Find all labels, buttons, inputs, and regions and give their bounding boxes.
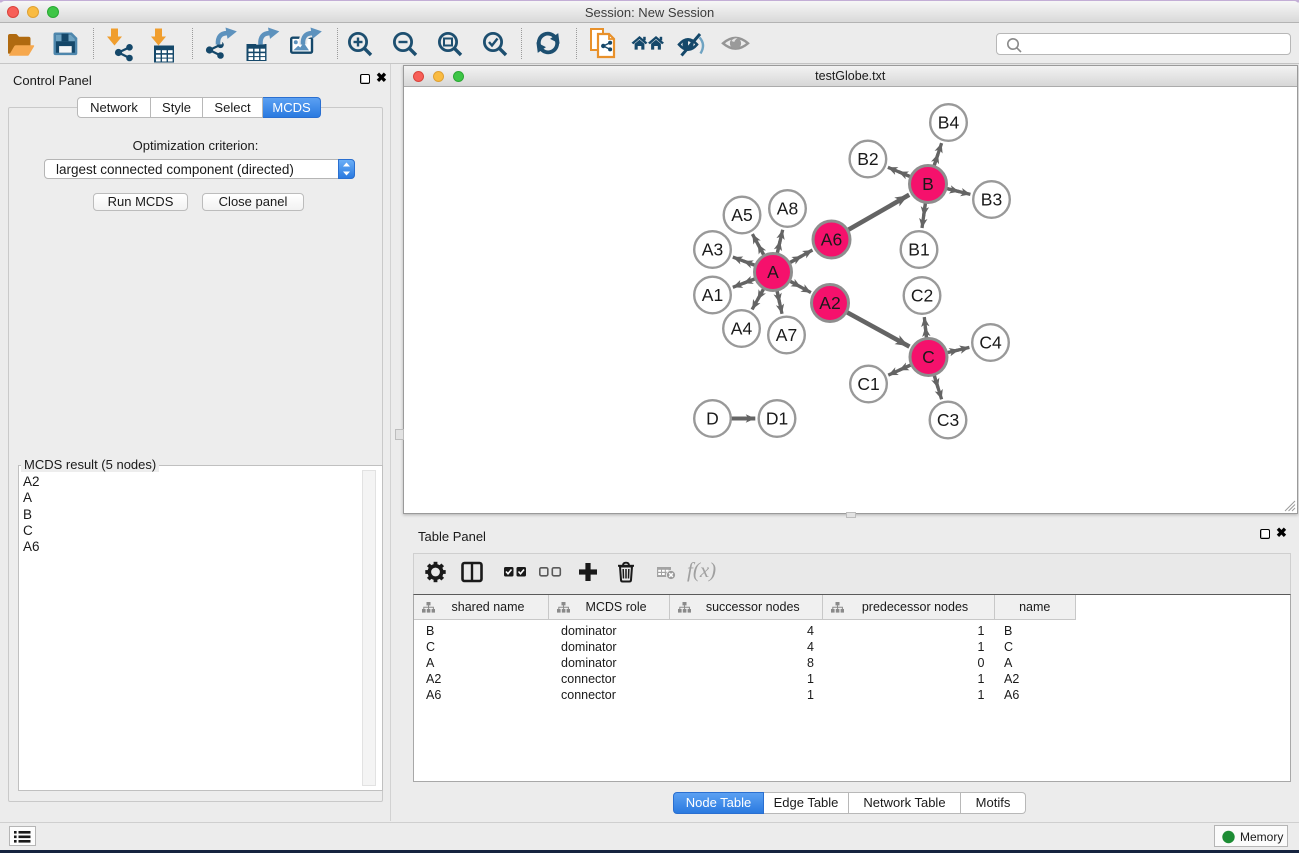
- svg-text:A: A: [767, 262, 779, 282]
- svg-text:A5: A5: [731, 205, 752, 225]
- svg-text:D1: D1: [765, 409, 787, 429]
- svg-text:C2: C2: [910, 286, 932, 306]
- svg-text:B4: B4: [937, 113, 959, 133]
- svg-text:A1: A1: [701, 285, 722, 305]
- svg-text:C: C: [922, 347, 935, 367]
- svg-text:A8: A8: [776, 199, 797, 219]
- svg-text:C1: C1: [857, 374, 879, 394]
- svg-text:B3: B3: [980, 190, 1001, 210]
- svg-text:A4: A4: [730, 319, 752, 339]
- svg-text:D: D: [706, 409, 719, 429]
- svg-text:B: B: [922, 174, 934, 194]
- svg-text:Memory: Memory: [1240, 830, 1283, 844]
- svg-text:B2: B2: [857, 149, 878, 169]
- svg-text:A2: A2: [819, 293, 840, 313]
- svg-text:C3: C3: [936, 410, 958, 430]
- svg-text:C4: C4: [979, 333, 1002, 353]
- svg-text:A6: A6: [820, 230, 841, 250]
- svg-text:A7: A7: [775, 325, 796, 345]
- svg-text:B1: B1: [908, 240, 929, 260]
- svg-text:A3: A3: [701, 240, 722, 260]
